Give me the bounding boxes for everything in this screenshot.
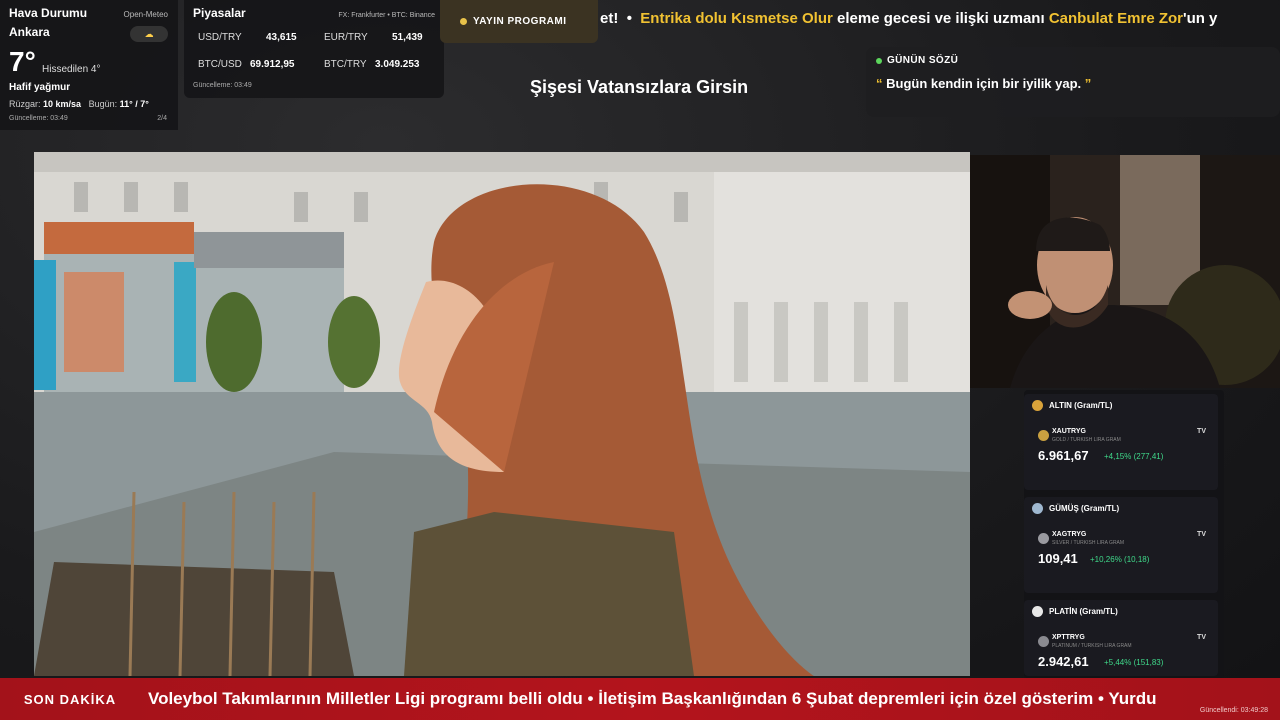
live-dot-icon — [876, 57, 882, 64]
webcam-feed — [970, 155, 1280, 388]
market-label: BTC/USD — [198, 59, 242, 70]
commodity-symbol: XPTTRYG — [1052, 634, 1085, 641]
quote-label-row: GÜNÜN SÖZÜ — [876, 55, 1270, 66]
tradingview-icon: TV — [1197, 428, 1206, 435]
video-frame — [34, 152, 970, 676]
wind-label: Rüzgar: — [9, 99, 41, 109]
show-title: Şişesi Vatansızlara Girsin — [530, 77, 749, 97]
commodity-price: 109,41 — [1038, 551, 1078, 566]
weather-description: Hafif yağmur — [9, 82, 71, 93]
gold-medal-icon — [1032, 400, 1043, 411]
weather-wind: Rüzgar: 10 km/sa Bugün: 11° / 7° — [9, 99, 149, 109]
commodity-head: PLATİN (Gram/TL) — [1032, 606, 1210, 617]
market-label: BTC/TRY — [324, 59, 367, 70]
quote-close-mark: ” — [1084, 76, 1092, 91]
quote-label: GÜNÜN SÖZÜ — [887, 55, 959, 66]
wind-value: 10 km/sa — [43, 99, 82, 109]
commodity-card-platinum[interactable]: PLATİN (Gram/TL) XPTTRYG PLATINUM / TURK… — [1024, 600, 1218, 676]
commodity-price: 6.961,67 — [1038, 448, 1089, 463]
tradingview-icon: TV — [1197, 531, 1206, 538]
breaking-news-text: Voleybol Takımlarının Milletler Ligi pro… — [148, 689, 1157, 708]
ticker-separator: • — [626, 10, 632, 27]
commodity-name: ALTIN (Gram/TL) — [1049, 401, 1113, 410]
commodity-card-gold[interactable]: ALTIN (Gram/TL) XAUTRYG GOLD / TURKISH L… — [1024, 394, 1218, 490]
market-value: 51,439 — [392, 32, 423, 43]
breaking-label: SON DAKİKA — [23, 691, 117, 707]
breaking-news-bar: SON DAKİKA Voleybol Takımlarının Milletl… — [0, 678, 1280, 720]
main-video[interactable] — [34, 152, 970, 676]
market-value: 43,615 — [266, 32, 297, 43]
program-schedule-button[interactable]: YAYIN PROGRAMI — [440, 0, 598, 43]
commodity-card-silver[interactable]: GÜMÜŞ (Gram/TL) XAGTRYG SILVER / TURKISH… — [1024, 497, 1218, 593]
platinum-medal-icon — [1032, 606, 1043, 617]
commodity-price: 2.942,61 — [1038, 654, 1089, 669]
silver-coin-icon — [1038, 533, 1049, 544]
gold-coin-icon — [1038, 430, 1049, 441]
market-row: USD/TRY 43,615 — [198, 32, 297, 43]
commodity-subtitle: PLATINUM / TURKISH LIRA GRAM — [1052, 643, 1132, 649]
commodity-head: GÜMÜŞ (Gram/TL) — [1032, 503, 1210, 514]
commodity-symbol: XAUTRYG — [1052, 428, 1086, 435]
weather-feels-like: Hissedilen 4° — [42, 64, 101, 75]
ticker-suffix: 'un y — [1183, 10, 1218, 27]
commodity-name: GÜMÜŞ (Gram/TL) — [1049, 504, 1120, 513]
today-label: Bugün: — [88, 99, 118, 109]
market-label: EUR/TRY — [324, 32, 368, 43]
market-value: 3.049.253 — [375, 59, 420, 70]
breaking-updated: Güncellendi: 03:49:28 — [1199, 707, 1268, 714]
quote-of-day: GÜNÜN SÖZÜ “ Bugün kendin için bir iyili… — [866, 47, 1280, 117]
market-row: BTC/TRY 3.049.253 — [324, 59, 420, 70]
weather-page-indicator: 2/4 — [157, 115, 167, 122]
weather-temperature: 7° — [9, 46, 36, 77]
weather-widget: Hava Durumu Open-Meteo Ankara ☁ 7° Hisse… — [0, 0, 178, 130]
webcam-frame — [970, 155, 1280, 388]
partly-cloudy-icon: ☁ — [130, 26, 168, 42]
market-value: 69.912,95 — [250, 59, 295, 70]
commodity-change: +4,15% (277,41) — [1104, 452, 1164, 461]
program-label: YAYIN PROGRAMI — [473, 16, 567, 27]
markets-source: FX: Frankfurter • BTC: Binance — [338, 12, 435, 19]
silver-medal-icon — [1032, 503, 1043, 514]
market-row: EUR/TRY 51,439 — [324, 32, 423, 43]
ticker-show: Entrika dolu Kısmetse Olur — [640, 10, 833, 27]
tradingview-icon: TV — [1197, 634, 1206, 641]
commodity-change: +10,26% (10,18) — [1090, 555, 1150, 564]
markets-updated: Güncelleme: 03:49 — [193, 82, 252, 89]
ticker-guest: Canbulat Emre Zor — [1048, 10, 1183, 27]
markets-widget: Piyasalar FX: Frankfurter • BTC: Binance… — [184, 0, 444, 98]
program-dot-icon — [460, 18, 467, 25]
commodity-subtitle: SILVER / TURKISH LIRA GRAM — [1052, 540, 1125, 546]
quote-open-mark: “ — [876, 76, 883, 91]
commodity-subtitle: GOLD / TURKISH LIRA GRAM — [1052, 437, 1121, 443]
top-ticker: et! • Entrika dolu Kısmetse Olur eleme g… — [600, 10, 1280, 34]
quote-text-row: “ Bugün kendin için bir iyilik yap. ” — [876, 76, 1270, 91]
platinum-coin-icon — [1038, 636, 1049, 647]
market-label: USD/TRY — [198, 32, 242, 43]
market-row: BTC/USD 69.912,95 — [198, 59, 295, 70]
weather-source: Open-Meteo — [123, 10, 168, 19]
ticker-prefix: et! — [600, 10, 619, 27]
commodity-change: +5,44% (151,83) — [1104, 658, 1164, 667]
quote-text: Bugün kendin için bir iyilik yap. — [886, 76, 1082, 91]
commodity-symbol: XAGTRYG — [1052, 531, 1087, 538]
ticker-middle: eleme gecesi ve ilişki uzmanı — [837, 10, 1045, 27]
commodity-head: ALTIN (Gram/TL) — [1032, 400, 1210, 411]
commodity-name: PLATİN (Gram/TL) — [1049, 607, 1118, 616]
today-value: 11° / 7° — [119, 99, 149, 109]
weather-updated: Güncelleme: 03:49 — [9, 115, 68, 122]
